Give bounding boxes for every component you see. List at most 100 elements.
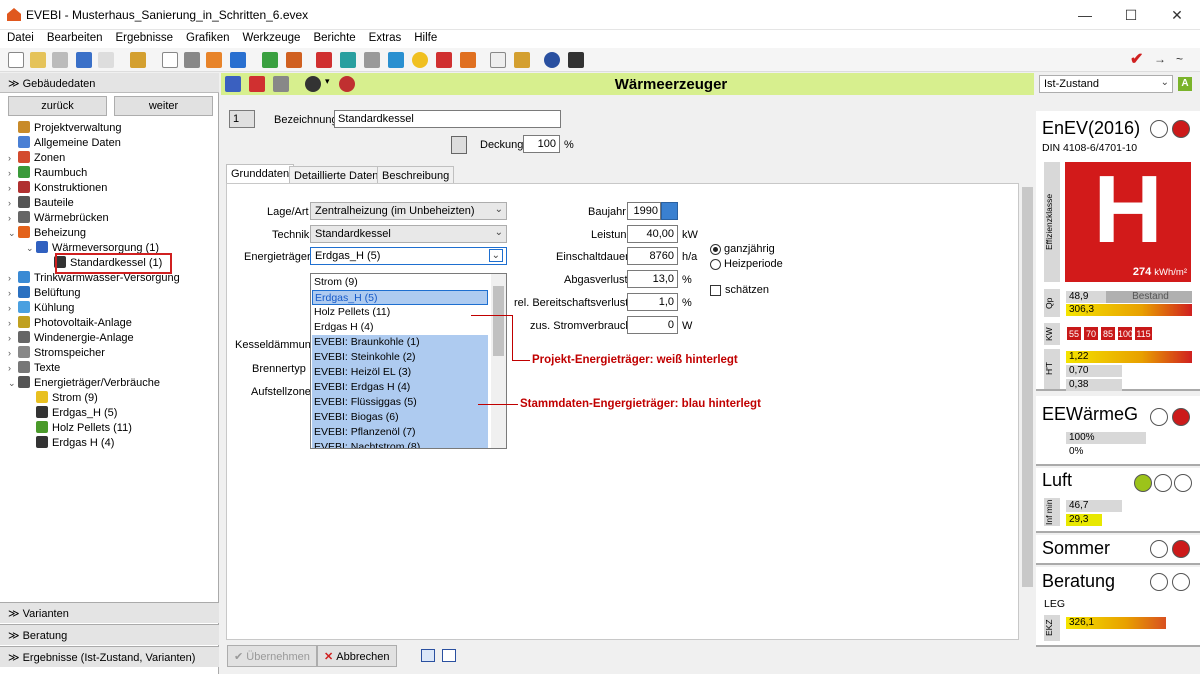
- edit-icon[interactable]: [661, 202, 678, 220]
- bezeichnung-input[interactable]: Standardkessel: [334, 110, 561, 128]
- gebaeudedaten-header[interactable]: ≫ Gebäudedaten: [0, 73, 219, 93]
- search-icon[interactable]: [364, 52, 380, 68]
- export-icon[interactable]: [230, 52, 246, 68]
- tree-toggle-icon[interactable]: ›: [8, 271, 16, 286]
- calc-icon[interactable]: [206, 52, 222, 68]
- chart-line-icon[interactable]: ~: [1176, 52, 1192, 68]
- tree-toggle-icon[interactable]: ⌄: [26, 241, 34, 256]
- tree-item[interactable]: Projektverwaltung: [18, 121, 121, 136]
- window-icon[interactable]: [316, 52, 332, 68]
- accordion-varianten[interactable]: ≫ Varianten: [0, 602, 219, 623]
- tree-item[interactable]: › Photovoltaik-Anlage: [8, 316, 132, 331]
- dropdown-option[interactable]: EVEBI: Braunkohle (1): [312, 335, 488, 350]
- menu-extras[interactable]: Extras: [362, 30, 408, 44]
- menu-werkzeuge[interactable]: Werkzeuge: [236, 30, 307, 44]
- tree-icon[interactable]: [262, 52, 278, 68]
- menu-bearbeiten[interactable]: Bearbeiten: [40, 30, 109, 44]
- component2-icon[interactable]: [339, 76, 355, 92]
- fire-icon[interactable]: [436, 52, 452, 68]
- tree-item[interactable]: › Zonen: [8, 151, 65, 166]
- view-table-icon[interactable]: [442, 649, 456, 662]
- euro-icon[interactable]: [460, 52, 476, 68]
- forward-button[interactable]: weiter: [114, 96, 213, 116]
- abgas-input[interactable]: 13,0: [627, 270, 678, 288]
- tree-toggle-icon[interactable]: ⌄: [8, 376, 16, 391]
- tree-toggle-icon[interactable]: ›: [8, 361, 16, 376]
- dena-icon[interactable]: [98, 52, 114, 68]
- tab-grunddaten[interactable]: Grunddaten: [226, 164, 295, 184]
- dropdown-option[interactable]: EVEBI: Biogas (6): [312, 410, 488, 425]
- einschalt-input[interactable]: 8760: [627, 247, 678, 265]
- accordion-ergebnisse[interactable]: ≫ Ergebnisse (Ist-Zustand, Varianten): [0, 646, 219, 667]
- view-form-icon[interactable]: [421, 649, 435, 662]
- dropdown-option[interactable]: EVEBI: Steinkohle (2): [312, 350, 488, 365]
- dropdown-option[interactable]: EVEBI: Erdgas H (4): [312, 380, 488, 395]
- tree-item[interactable]: Allgemeine Daten: [18, 136, 121, 151]
- bereit-input[interactable]: 1,0: [627, 293, 678, 311]
- chart-icon[interactable]: [286, 52, 302, 68]
- menu-hilfe[interactable]: Hilfe: [407, 30, 443, 44]
- tree-item[interactable]: Strom (9): [36, 391, 98, 406]
- close-button[interactable]: ✕: [1154, 0, 1200, 30]
- redo-icon[interactable]: [76, 52, 92, 68]
- calculator-icon[interactable]: [451, 136, 467, 154]
- main-scrollbar[interactable]: [1021, 183, 1034, 640]
- help-icon[interactable]: [544, 52, 560, 68]
- tree-item[interactable]: Erdgas_H (5): [36, 406, 117, 421]
- tree-item[interactable]: Erdgas H (4): [36, 436, 114, 451]
- new-icon[interactable]: [8, 52, 24, 68]
- component-icon[interactable]: [305, 76, 321, 92]
- tree-item[interactable]: › Raumbuch: [8, 166, 87, 181]
- tree-toggle-icon[interactable]: ›: [8, 181, 16, 196]
- tree-item[interactable]: › Konstruktionen: [8, 181, 107, 196]
- state-select[interactable]: Ist-Zustand ⌄: [1039, 75, 1173, 93]
- dropdown-option[interactable]: Erdgas H (4): [312, 320, 488, 335]
- menu-grafiken[interactable]: Grafiken: [179, 30, 235, 44]
- dropdown-scrollbar[interactable]: [491, 274, 506, 448]
- tree-item[interactable]: › Belüftung: [8, 286, 80, 301]
- radio-ganzjaehrig[interactable]: [710, 244, 721, 255]
- tree-toggle-icon[interactable]: ›: [8, 211, 16, 226]
- tree-toggle-icon[interactable]: ›: [8, 286, 16, 301]
- tree-item[interactable]: › Kühlung: [8, 301, 74, 316]
- remove-icon[interactable]: [249, 76, 265, 92]
- dropdown-option[interactable]: Erdgas_H (5): [312, 290, 488, 305]
- add-icon[interactable]: [225, 76, 241, 92]
- tree-item[interactable]: › Bauteile: [8, 196, 74, 211]
- check-icon[interactable]: ✔: [1130, 52, 1146, 68]
- tree-item[interactable]: ⌄ Energieträger/Verbräuche: [8, 376, 160, 391]
- back-button[interactable]: zurück: [8, 96, 107, 116]
- technik-select[interactable]: Standardkessel ⌄: [310, 225, 507, 243]
- cancel-button[interactable]: ✕ Abbrechen: [317, 645, 397, 667]
- tree-toggle-icon[interactable]: ›: [8, 151, 16, 166]
- open-icon[interactable]: [30, 52, 46, 68]
- minimize-button[interactable]: —: [1062, 0, 1108, 30]
- export-doc-icon[interactable]: [514, 52, 530, 68]
- exit-icon[interactable]: →: [1154, 52, 1170, 68]
- tree-toggle-icon[interactable]: ›: [8, 196, 16, 211]
- baujahr-input[interactable]: 1990: [627, 202, 661, 220]
- menu-datei[interactable]: Datei: [0, 30, 40, 44]
- copy-item-icon[interactable]: [273, 76, 289, 92]
- tree-item[interactable]: ⌄ Beheizung: [8, 226, 86, 241]
- tree-toggle-icon[interactable]: ›: [8, 316, 16, 331]
- a-icon[interactable]: A: [1178, 77, 1192, 91]
- energietraeger-select[interactable]: Erdgas_H (5) ⌄: [310, 247, 507, 265]
- dropdown-option[interactable]: Strom (9): [312, 275, 488, 290]
- strom-input[interactable]: 0: [627, 316, 678, 334]
- scrollbar-thumb[interactable]: [493, 286, 504, 356]
- lage-select[interactable]: Zentralheizung (im Unbeheizten) ⌄: [310, 202, 507, 220]
- accordion-beratung[interactable]: ≫ Beratung: [0, 624, 219, 645]
- dropdown-option[interactable]: EVEBI: Pflanzenöl (7): [312, 425, 488, 440]
- copy-icon[interactable]: [52, 52, 68, 68]
- deckung-input[interactable]: 100: [523, 135, 560, 153]
- schaetzen-checkbox[interactable]: [710, 285, 721, 296]
- wand-icon[interactable]: [130, 52, 146, 68]
- tree-toggle-icon[interactable]: ›: [8, 346, 16, 361]
- grid-icon[interactable]: [340, 52, 356, 68]
- menu-ergebnisse[interactable]: Ergebnisse: [108, 30, 179, 44]
- radio-heizperiode[interactable]: [710, 259, 721, 270]
- sun-icon[interactable]: [412, 52, 428, 68]
- leistung-input[interactable]: 40,00: [627, 225, 678, 243]
- fan-icon[interactable]: [388, 52, 404, 68]
